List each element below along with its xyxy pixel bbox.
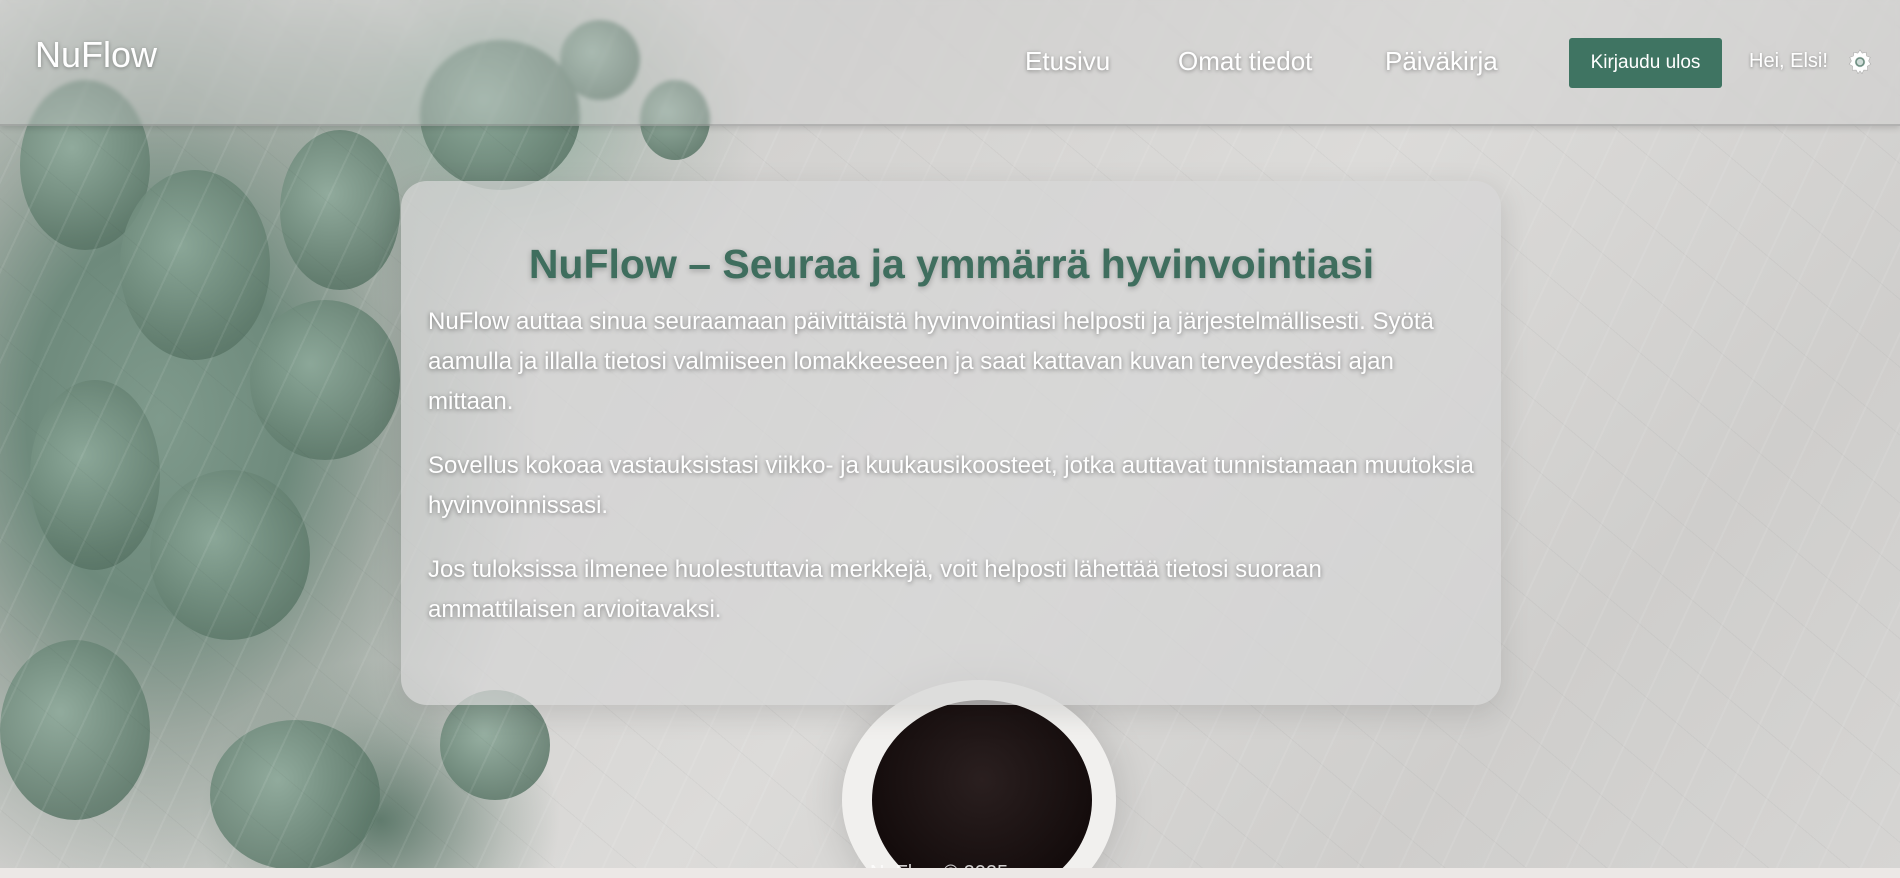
nav-link-profile[interactable]: Omat tiedot — [1178, 46, 1312, 77]
intro-paragraph: NuFlow auttaa sinua seuraamaan päivittäi… — [428, 308, 1434, 415]
top-navigation-bar: NuFlow Etusivu Omat tiedot Päiväkirja Ki… — [0, 0, 1900, 126]
settings-gear-icon[interactable] — [1846, 48, 1874, 76]
professional-paragraph: Jos tuloksissa ilmenee huolestuttavia me… — [428, 556, 1322, 623]
logout-button[interactable]: Kirjaudu ulos — [1569, 38, 1722, 88]
leaf-decoration — [280, 130, 400, 290]
page-title: NuFlow – Seuraa ja ymmärrä hyvinvointias… — [528, 241, 1375, 287]
summary-paragraph: Sovellus kokoaa vastauksistasi viikko- j… — [428, 452, 1474, 519]
nav-link-diary[interactable]: Päiväkirja — [1385, 46, 1498, 77]
leaf-decoration — [250, 300, 400, 460]
app-logo[interactable]: NuFlow — [35, 34, 157, 76]
page: NuFlow Etusivu Omat tiedot Päiväkirja Ki… — [0, 0, 1900, 878]
leaf-decoration — [440, 690, 550, 800]
leaf-decoration — [120, 170, 270, 360]
leaf-decoration — [150, 470, 310, 640]
leaf-decoration — [210, 720, 380, 870]
footer-bar — [0, 868, 1900, 878]
leaf-decoration — [0, 640, 150, 820]
nav-link-home[interactable]: Etusivu — [1025, 46, 1110, 77]
leaf-decoration — [30, 380, 160, 570]
user-greeting: Hei, Elsi! — [1749, 50, 1828, 72]
info-card: NuFlow – Seuraa ja ymmärrä hyvinvointias… — [401, 181, 1501, 705]
